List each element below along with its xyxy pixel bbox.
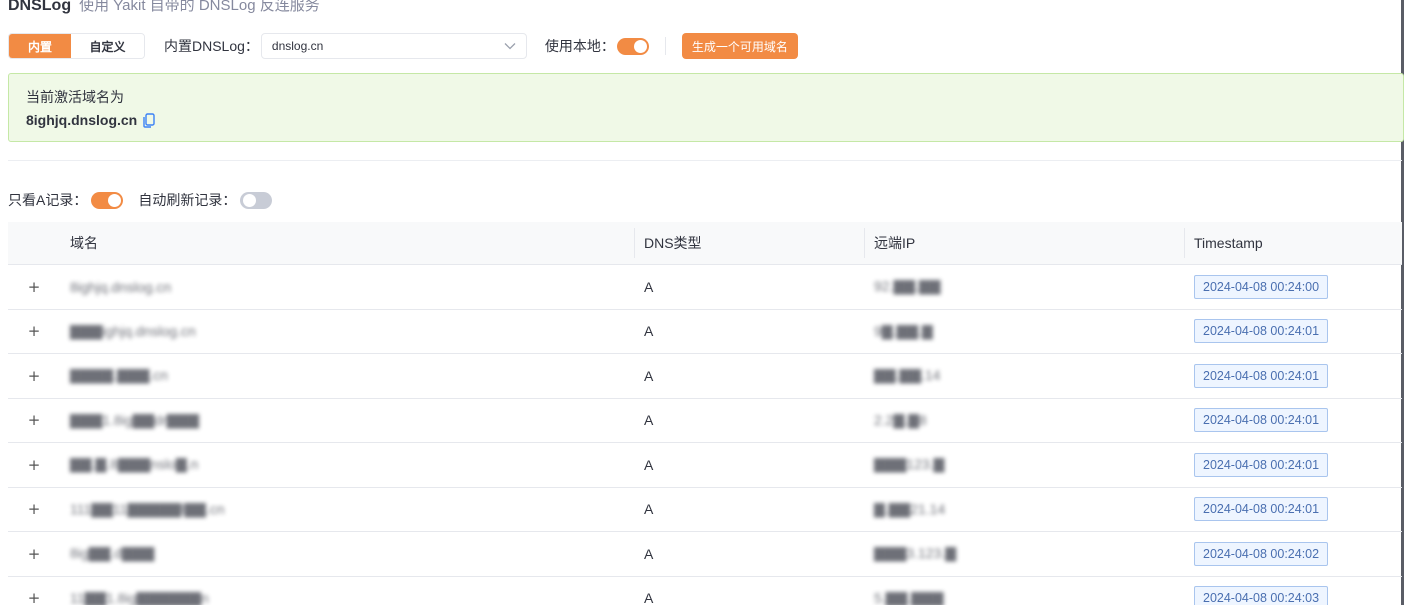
toolbar-divider (664, 37, 666, 55)
record-remote-ip: ▇.▇▇21.14 (874, 500, 946, 517)
column-header-domain: 域名 (70, 235, 98, 251)
plus-icon: + (27, 544, 41, 563)
auto-refresh-toggle[interactable] (240, 191, 273, 209)
timestamp-tag: 2024-04-08 00:24:01 (1194, 452, 1329, 477)
table-row[interactable]: +11▇▇1.8ig▇▇▇▇▇▇n A 5.▇▇.▇▇▇ 2024-04-08 00:… (8, 577, 1402, 605)
builtin-dnslog-value: dnslog.cn (271, 39, 324, 53)
table-row[interactable]: +8ig▇▇.d▇▇▇ A ▇▇▇3.123.▇ 2024-04-08 00:24:0… (8, 532, 1402, 577)
expand-row-button[interactable]: + (8, 532, 60, 576)
record-remote-ip: ▇▇.▇▇.14 (874, 367, 941, 384)
expand-row-button[interactable]: + (8, 399, 60, 443)
builtin-dnslog-select[interactable]: dnslog.cn (260, 33, 527, 59)
auto-refresh-label: 自动刷新记录： (138, 192, 237, 208)
record-dns-type: A (644, 545, 654, 562)
active-domain-value: 8ighjq.dnslog.cn (26, 112, 138, 128)
plus-icon: + (27, 366, 41, 385)
record-domain: ▇▇.▇.8▇▇▇nslo▇.n (70, 456, 199, 473)
record-dns-type: A (644, 367, 654, 384)
timestamp-tag: 2024-04-08 00:24:02 (1194, 541, 1329, 566)
tab-builtin[interactable]: 内置 (9, 34, 71, 58)
use-local-toggle[interactable] (616, 37, 649, 55)
record-remote-ip: ▇▇▇3.123.▇ (874, 545, 956, 562)
record-filters: 只看A记录： 自动刷新记录： (8, 191, 273, 209)
generate-domain-button[interactable]: 生成一个可用域名 (681, 33, 798, 59)
record-domain: 8ighjq.dnslog.cn (70, 278, 172, 295)
toggle-knob (633, 39, 647, 53)
table-row[interactable]: +8ighjq.dnslog.cn A 92.▇▇.▇▇ 2024-04-08 00:… (8, 265, 1402, 310)
record-domain: 8ig▇▇.d▇▇▇ (70, 545, 155, 562)
table-row[interactable]: + ▇▇▇1.8ig▇▇dr▇▇▇ A 2.2▇.▇8 2024-04-08 00:24… (8, 399, 1402, 443)
page-title: DNSLog (8, 0, 72, 14)
timestamp-tag: 2024-04-08 00:24:00 (1194, 274, 1329, 299)
plus-icon: + (27, 277, 41, 296)
plus-icon: + (27, 500, 41, 519)
expand-row-button[interactable]: + (8, 354, 60, 398)
record-dns-type: A (644, 412, 654, 429)
plus-icon: + (27, 589, 41, 605)
record-domain: ▇▇▇▇.▇▇▇.cn (70, 367, 168, 384)
plus-icon: + (27, 411, 41, 430)
expand-row-button[interactable]: + (8, 488, 60, 532)
active-domain-title: 当前激活域名为 (26, 89, 124, 105)
page-subtitle: 使用 Yakit 自带的 DNSLog 反连服务 (79, 0, 320, 14)
record-remote-ip: 92.▇▇.▇▇ (874, 278, 941, 295)
record-dns-type: A (644, 501, 654, 518)
record-domain: ▇▇▇ighjq.dnslog.cn (70, 322, 196, 339)
use-local-label: 使用本地： (544, 38, 615, 54)
dnslog-toolbar: 内置 自定义 内置DNSLog： dnslog.cn 使用本地： 生成一个可用域… (8, 33, 798, 59)
section-divider (8, 160, 1402, 161)
active-domain-alert: 当前激活域名为 8ighjq.dnslog.cn (8, 73, 1404, 142)
only-a-record-toggle[interactable] (91, 191, 124, 209)
table-row[interactable]: +111▇▇11▇▇▇▇▇l▇▇.cn A ▇.▇▇21.14 2024-04-08 … (8, 488, 1402, 532)
record-remote-ip: 2.2▇.▇8 (874, 411, 927, 428)
expand-row-button[interactable]: + (8, 577, 60, 605)
builtin-dnslog-label: 内置DNSLog： (164, 38, 259, 54)
record-domain: 11▇▇1.8ig▇▇▇▇▇▇n (70, 589, 209, 605)
record-dns-type: A (644, 278, 654, 295)
only-a-record-label: 只看A记录： (8, 192, 88, 208)
toggle-knob (243, 193, 257, 207)
record-dns-type: A (644, 590, 654, 605)
timestamp-tag: 2024-04-08 00:24:01 (1194, 408, 1329, 433)
table-row[interactable]: + ▇▇▇ighjq.dnslog.cn A 9▇.▇▇.▇ 2024-04-08 00… (8, 310, 1402, 354)
plus-icon: + (27, 322, 41, 341)
plus-icon: + (27, 455, 41, 474)
dns-records-table: 域名 DNS类型 远端IP Timestamp +8ighjq.dnslog.c… (8, 222, 1402, 605)
record-remote-ip: ▇▇▇123.▇ (874, 456, 945, 473)
record-dns-type: A (644, 323, 654, 340)
record-remote-ip: 9▇.▇▇.▇ (874, 322, 933, 339)
toggle-knob (108, 193, 122, 207)
timestamp-tag: 2024-04-08 00:24:03 (1194, 586, 1329, 605)
mode-switch: 内置 自定义 (8, 33, 145, 59)
record-remote-ip: 5.▇▇.▇▇▇ (874, 589, 944, 605)
expand-row-button[interactable]: + (8, 443, 60, 487)
chevron-down-icon (504, 42, 516, 50)
column-header-timestamp: Timestamp (1184, 222, 1402, 264)
expand-row-button[interactable]: + (8, 265, 60, 309)
timestamp-tag: 2024-04-08 00:24:01 (1194, 363, 1329, 388)
timestamp-tag: 2024-04-08 00:24:01 (1194, 319, 1329, 344)
column-header-dns-type: DNS类型 (634, 222, 864, 264)
table-header: 域名 DNS类型 远端IP Timestamp (8, 222, 1402, 265)
expand-row-button[interactable]: + (8, 310, 60, 354)
record-domain: ▇▇▇1.8ig▇▇dr▇▇▇ (70, 411, 199, 428)
active-domain-row: 8ighjq.dnslog.cn (26, 107, 1403, 133)
record-domain: 111▇▇11▇▇▇▇▇l▇▇.cn (70, 500, 225, 517)
timestamp-tag: 2024-04-08 00:24:01 (1194, 497, 1329, 522)
expand-column-header (8, 222, 60, 264)
page-header: DNSLog 使用 Yakit 自带的 DNSLog 反连服务 (8, 0, 320, 16)
tab-custom[interactable]: 自定义 (71, 34, 144, 58)
copy-icon[interactable] (143, 112, 155, 128)
column-header-remote-ip: 远端IP (864, 222, 1184, 264)
table-row[interactable]: + ▇▇▇▇.▇▇▇.cn A ▇▇.▇▇.14 2024-04-08 00:24:01 (8, 354, 1402, 399)
table-body: +8ighjq.dnslog.cn A 92.▇▇.▇▇ 2024-04-08 00:… (8, 265, 1402, 605)
table-row[interactable]: + ▇▇.▇.8▇▇▇nslo▇.n A ▇▇▇123.▇ 2024-04-08 00:… (8, 443, 1402, 488)
record-dns-type: A (644, 456, 654, 473)
